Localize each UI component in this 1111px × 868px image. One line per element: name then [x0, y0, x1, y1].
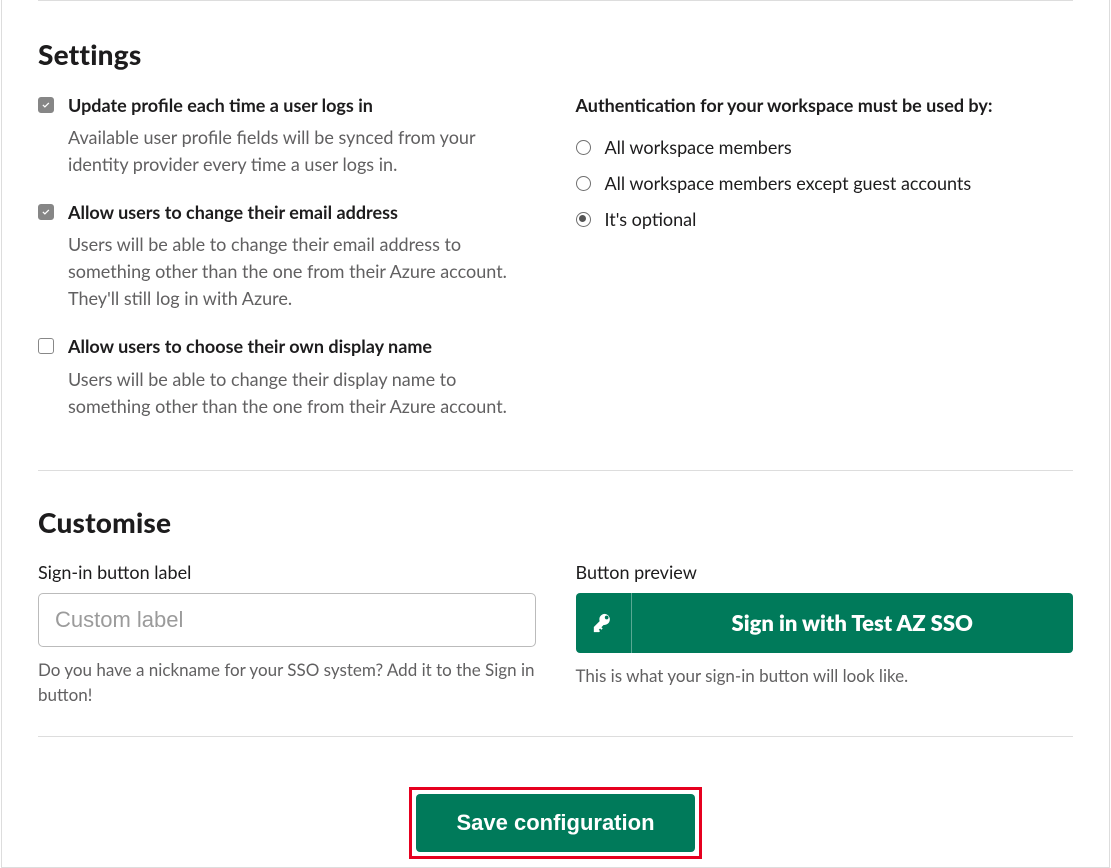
customise-heading: Customise: [38, 505, 1073, 539]
section-divider: [38, 736, 1073, 737]
radio-label: All workspace members except guest accou…: [605, 172, 972, 194]
auth-choice-optional[interactable]: It's optional: [576, 208, 1074, 230]
auth-choice-except-guests[interactable]: All workspace members except guest accou…: [576, 172, 1074, 194]
signin-preview-text: Sign in with Test AZ SSO: [632, 593, 1074, 653]
option-description: Users will be able to change their displ…: [68, 366, 536, 420]
button-preview-label: Button preview: [576, 561, 1074, 583]
key-icon: [576, 593, 632, 653]
radio-icon[interactable]: [576, 176, 591, 191]
radio-icon[interactable]: [576, 140, 591, 155]
signin-label-input[interactable]: [38, 593, 536, 647]
option-allow-email-change[interactable]: Allow users to change their email addres…: [38, 200, 536, 312]
option-allow-display-name[interactable]: Allow users to choose their own display …: [38, 334, 536, 419]
option-title: Allow users to choose their own display …: [68, 334, 536, 359]
settings-options: Update profile each time a user logs in …: [38, 93, 536, 442]
checkbox-icon[interactable]: [38, 338, 54, 354]
auth-requirement-group: Authentication for your workspace must b…: [576, 93, 1074, 442]
option-update-profile[interactable]: Update profile each time a user logs in …: [38, 93, 536, 178]
save-configuration-button[interactable]: Save configuration: [416, 794, 694, 852]
section-divider: [38, 470, 1073, 471]
checkbox-icon[interactable]: [38, 97, 54, 113]
signin-label-field-label: Sign-in button label: [38, 561, 536, 583]
option-title: Allow users to change their email addres…: [68, 200, 536, 225]
signin-label-help: Do you have a nickname for your SSO syst…: [38, 657, 536, 708]
signin-preview-button[interactable]: Sign in with Test AZ SSO: [576, 593, 1074, 653]
radio-label: All workspace members: [605, 136, 792, 158]
radio-label: It's optional: [605, 208, 697, 230]
auth-choice-all-members[interactable]: All workspace members: [576, 136, 1074, 158]
option-description: Users will be able to change their email…: [68, 231, 536, 312]
button-preview-help: This is what your sign-in button will lo…: [576, 663, 1074, 689]
checkbox-icon[interactable]: [38, 204, 54, 220]
auth-group-title: Authentication for your workspace must b…: [576, 93, 1074, 118]
settings-heading: Settings: [38, 37, 1073, 71]
option-title: Update profile each time a user logs in: [68, 93, 536, 118]
radio-icon[interactable]: [576, 212, 591, 227]
option-description: Available user profile fields will be sy…: [68, 124, 536, 178]
